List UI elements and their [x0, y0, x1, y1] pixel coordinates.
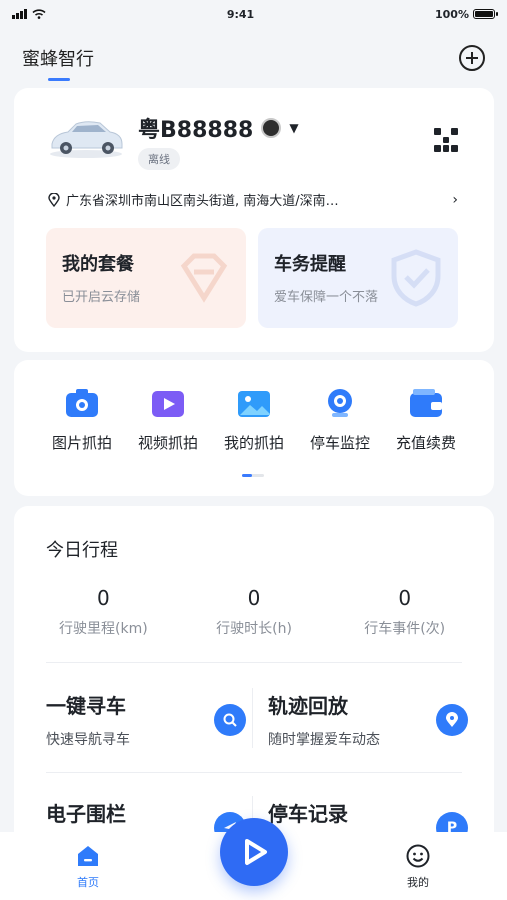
search-icon — [214, 704, 246, 736]
image-icon — [238, 391, 270, 417]
signal-icon — [12, 9, 27, 19]
add-device-button[interactable] — [459, 45, 485, 71]
trip-title: 今日行程 — [46, 540, 118, 561]
stat-label: 行驶里程(km) — [59, 621, 148, 637]
location-pin-icon — [436, 704, 468, 736]
stat-events: 0 行车事件(次) — [329, 586, 480, 638]
header: 蜜蜂智行 — [0, 38, 507, 81]
smiley-icon — [406, 844, 430, 868]
vehicle-card: 粤B88888 ▼ 离线 广东省深圳市南山区南头街道, 南海大道/深南… › 我… — [14, 88, 494, 352]
location-text: 广东省深圳市南山区南头街道, 南海大道/深南… — [66, 194, 339, 209]
car-image — [50, 121, 123, 158]
track-playback-feature[interactable]: 轨迹回放 随时掌握爱车动态 — [268, 690, 468, 760]
stat-label: 行车事件(次) — [364, 621, 446, 637]
chevron-right-icon: › — [452, 191, 458, 208]
wallet-icon — [410, 389, 442, 417]
status-badge: 离线 — [138, 148, 180, 170]
tab-home[interactable]: 首页 — [58, 844, 118, 890]
function-video-capture[interactable]: 视频抓拍 — [128, 388, 208, 453]
function-row: 图片抓拍 视频抓拍 我的抓拍 停车监控 充值续费 — [42, 388, 466, 453]
wifi-icon — [32, 9, 46, 19]
function-label: 图片抓拍 — [51, 434, 112, 452]
plus-circle-icon — [466, 52, 478, 64]
function-label: 视频抓拍 — [137, 434, 198, 452]
status-bar: 9:41 100% — [0, 0, 507, 28]
battery-level — [474, 11, 493, 17]
status-time: 9:41 — [226, 7, 255, 21]
status-badge-text: 离线 — [148, 153, 170, 166]
shield-check-icon — [391, 249, 441, 307]
feature-subtitle: 随时掌握爱车动态 — [268, 732, 380, 748]
stat-value: 0 — [96, 586, 110, 610]
tab-me[interactable]: 我的 — [388, 844, 448, 890]
stat-label: 行驶时长(h) — [216, 621, 292, 637]
function-label: 充值续费 — [395, 434, 456, 452]
chevron-down-icon: ▼ — [289, 121, 299, 135]
center-action-button[interactable] — [220, 818, 288, 886]
function-photo-capture[interactable]: 图片抓拍 — [42, 388, 122, 453]
function-parking-monitor[interactable]: 停车监控 — [300, 388, 380, 453]
tab-label: 首页 — [77, 876, 99, 889]
location-pin-icon — [48, 192, 60, 207]
function-label: 停车监控 — [309, 434, 370, 452]
status-left — [12, 9, 46, 19]
vehicle-reminder-tile[interactable]: 车务提醒 爱车保障一个不落 — [258, 228, 458, 328]
tab-label: 我的 — [407, 876, 429, 889]
brand-logo-icon — [261, 118, 282, 138]
status-right: 100% — [435, 7, 498, 21]
battery-icon — [472, 9, 498, 19]
stat-value: 0 — [398, 586, 412, 610]
location-row[interactable]: 广东省深圳市南山区南头街道, 南海大道/深南… › — [48, 190, 458, 209]
function-card: 图片抓拍 视频抓拍 我的抓拍 停车监控 充值续费 — [14, 360, 494, 496]
function-my-captures[interactable]: 我的抓拍 — [214, 388, 294, 453]
camera-icon — [66, 389, 98, 417]
title-underline — [48, 78, 70, 81]
diamond-icon — [180, 253, 228, 303]
page-title-text: 蜜蜂智行 — [22, 49, 94, 70]
vehicle-selector[interactable]: 粤B88888 ▼ — [138, 112, 299, 144]
qr-code-icon[interactable] — [434, 128, 458, 152]
find-car-feature[interactable]: 一键寻车 快速导航寻车 — [46, 690, 246, 760]
stat-duration: 0 行驶时长(h) — [179, 586, 330, 638]
page-indicator-active — [242, 474, 252, 477]
home-icon — [76, 844, 100, 868]
battery-percent: 100% — [435, 7, 469, 21]
feature-subtitle: 快速导航寻车 — [46, 732, 130, 748]
plate-number: 粤B88888 — [138, 118, 254, 143]
my-package-tile[interactable]: 我的套餐 已开启云存储 — [46, 228, 246, 328]
webcam-icon — [328, 389, 352, 417]
play-icon — [245, 839, 267, 865]
divider — [46, 772, 462, 773]
function-recharge[interactable]: 充值续费 — [386, 388, 466, 453]
divider — [252, 688, 253, 748]
function-label: 我的抓拍 — [223, 434, 284, 452]
page-title: 蜜蜂智行 — [22, 45, 94, 81]
page-indicator — [242, 474, 264, 477]
divider — [46, 662, 462, 663]
trip-stats: 0 行驶里程(km) 0 行驶时长(h) 0 行车事件(次) — [28, 586, 480, 638]
stat-value: 0 — [247, 586, 261, 610]
stat-mileage: 0 行驶里程(km) — [28, 586, 179, 638]
video-icon — [152, 391, 184, 417]
